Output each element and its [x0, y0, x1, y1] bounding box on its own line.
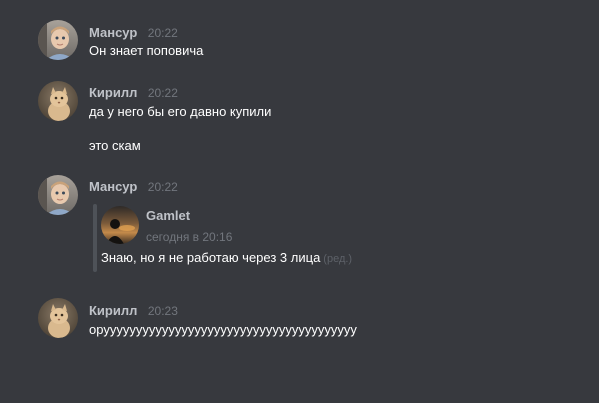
username[interactable]: Мансур [89, 25, 137, 40]
quote-avatar[interactable] [101, 206, 139, 244]
username[interactable]: Кирилл [89, 85, 137, 100]
message-header: Мансур 20:22 [89, 179, 178, 195]
message-text: оруууууууууууууууууууууууууууууууууууууу… [89, 322, 357, 337]
timestamp: 20:22 [147, 26, 178, 40]
cat-avatar-icon [38, 298, 78, 338]
avatar[interactable] [38, 20, 78, 60]
username[interactable]: Кирилл [89, 303, 137, 318]
username[interactable]: Мансур [89, 179, 137, 194]
message-text: Он знает поповича [89, 43, 204, 58]
timestamp: 20:22 [147, 86, 178, 100]
quote-author[interactable]: Gamlet [146, 208, 190, 224]
quote-timestamp: сегодня в 20:16 [146, 230, 233, 244]
message-text: да у него бы его давно купили [89, 104, 272, 119]
quote-bar [93, 204, 97, 272]
quoted-message[interactable]: Gamlet сегодня в 20:16 Знаю, но я не раб… [93, 204, 413, 272]
avatar[interactable] [38, 175, 78, 215]
avatar[interactable] [38, 298, 78, 338]
quote-body: Знаю, но я не работаю через 3 лица [101, 250, 321, 265]
edited-label: (ред.) [323, 253, 353, 265]
cat-avatar-icon [38, 81, 78, 121]
child-avatar-icon [38, 20, 78, 60]
child-avatar-icon [38, 175, 78, 215]
message-header: Мансур 20:22 [89, 25, 178, 41]
timestamp: 20:23 [147, 304, 178, 318]
message-header: Кирилл 20:23 [89, 303, 178, 319]
avatar[interactable] [38, 81, 78, 121]
timestamp: 20:22 [147, 180, 178, 194]
message-header: Кирилл 20:22 [89, 85, 178, 101]
message-text: это скам [89, 138, 141, 153]
silhouette-sunset-avatar-icon [101, 206, 139, 244]
quote-text: Знаю, но я не работаю через 3 лица (ред.) [101, 250, 352, 267]
